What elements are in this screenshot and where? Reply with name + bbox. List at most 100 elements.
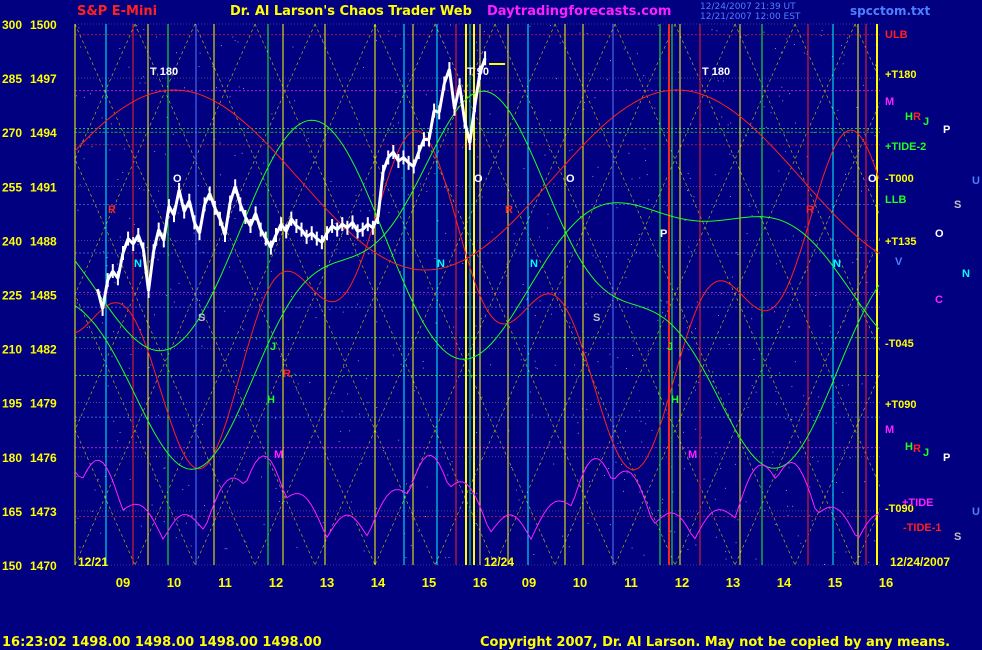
star-dot — [489, 170, 491, 172]
planet-label: U — [972, 175, 980, 187]
star-dot — [792, 235, 794, 237]
star-dot — [83, 96, 85, 98]
star-dot — [175, 240, 177, 242]
star-dot — [182, 489, 184, 490]
planet-label: R — [913, 111, 921, 123]
star-dot — [569, 252, 571, 254]
star-dot — [751, 318, 753, 320]
star-dot — [765, 126, 767, 128]
star-dot — [625, 277, 627, 279]
star-dot — [577, 432, 579, 434]
star-dot — [638, 233, 640, 235]
star-dot — [117, 263, 119, 265]
star-dot — [643, 75, 645, 77]
star-dot — [811, 520, 813, 522]
star-dot — [113, 420, 115, 422]
star-dot — [577, 422, 579, 424]
star-dot — [776, 403, 777, 405]
star-dot — [772, 451, 774, 453]
star-dot — [841, 384, 843, 386]
star-dot — [666, 302, 668, 304]
star-dot — [831, 238, 833, 240]
star-dot — [745, 35, 747, 37]
star-dot — [625, 430, 626, 432]
star-dot — [236, 370, 238, 372]
star-dot — [422, 367, 424, 369]
star-dot — [657, 509, 659, 511]
star-dot — [830, 398, 832, 399]
planet-label: O — [935, 228, 944, 240]
star-dot — [534, 360, 536, 362]
star-dot — [606, 256, 607, 258]
star-dot — [714, 129, 716, 131]
star-dot — [551, 244, 553, 246]
star-dot — [76, 302, 78, 304]
star-dot — [224, 310, 226, 312]
star-dot — [763, 31, 765, 33]
star-dot — [338, 441, 340, 443]
data-file-name: spcctom.txt — [850, 4, 931, 18]
star-dot — [193, 232, 195, 234]
star-dot — [98, 346, 100, 348]
y-price-label: 1470 — [30, 559, 57, 573]
marker-letter: R — [505, 204, 513, 216]
star-dot — [342, 375, 344, 377]
star-dot — [398, 122, 399, 124]
star-dot — [644, 148, 646, 150]
star-dot — [363, 66, 364, 68]
y-price-label: 1491 — [30, 180, 57, 194]
star-dot — [462, 146, 464, 148]
star-dot — [417, 530, 419, 532]
star-dot — [626, 368, 627, 369]
star-dot — [100, 532, 102, 534]
star-dot — [136, 165, 138, 167]
star-dot — [711, 29, 713, 31]
star-dot — [803, 52, 805, 54]
star-dot — [610, 60, 611, 62]
site-link[interactable]: Daytradingforecasts.com — [487, 4, 671, 19]
y-price-label: 1479 — [30, 397, 57, 411]
star-dot — [426, 486, 428, 488]
star-dot — [791, 419, 793, 420]
star-dot — [185, 522, 187, 524]
star-dot — [788, 326, 789, 328]
star-dot — [347, 393, 349, 395]
star-dot — [76, 95, 78, 97]
star-dot — [809, 486, 811, 488]
star-dot — [177, 520, 179, 522]
star-dot — [334, 223, 336, 225]
right-level-label: LLB — [885, 194, 906, 206]
star-dot — [787, 505, 789, 507]
star-dot — [749, 206, 751, 207]
star-dot — [717, 80, 719, 82]
star-dot — [155, 478, 157, 480]
star-dot — [849, 457, 851, 459]
timestamp-1: 12/24/2007 21:39 UT — [700, 2, 796, 12]
star-dot — [505, 275, 507, 277]
y-price-label: 1482 — [30, 343, 57, 357]
y-price-label: 1500 — [30, 18, 57, 32]
star-dot — [695, 428, 697, 430]
star-dot — [106, 256, 108, 258]
star-dot — [645, 159, 647, 161]
star-dot — [843, 54, 845, 56]
x-tick-label: 09 — [116, 575, 130, 590]
star-dot — [809, 515, 811, 517]
star-dot — [721, 293, 723, 295]
star-dot — [645, 423, 647, 425]
star-dot — [584, 102, 586, 103]
star-dot — [856, 258, 858, 260]
star-dot — [817, 460, 819, 462]
star-dot — [572, 414, 574, 416]
star-dot — [797, 535, 799, 537]
star-dot — [859, 556, 861, 557]
star-dot — [639, 410, 641, 412]
star-dot — [128, 66, 130, 68]
star-dot — [476, 41, 477, 43]
star-dot — [349, 430, 351, 432]
star-dot — [843, 320, 845, 322]
star-dot — [483, 31, 485, 33]
star-dot — [755, 558, 757, 560]
x-tick-label: 13 — [320, 575, 334, 590]
marker-letter: O — [566, 173, 575, 185]
